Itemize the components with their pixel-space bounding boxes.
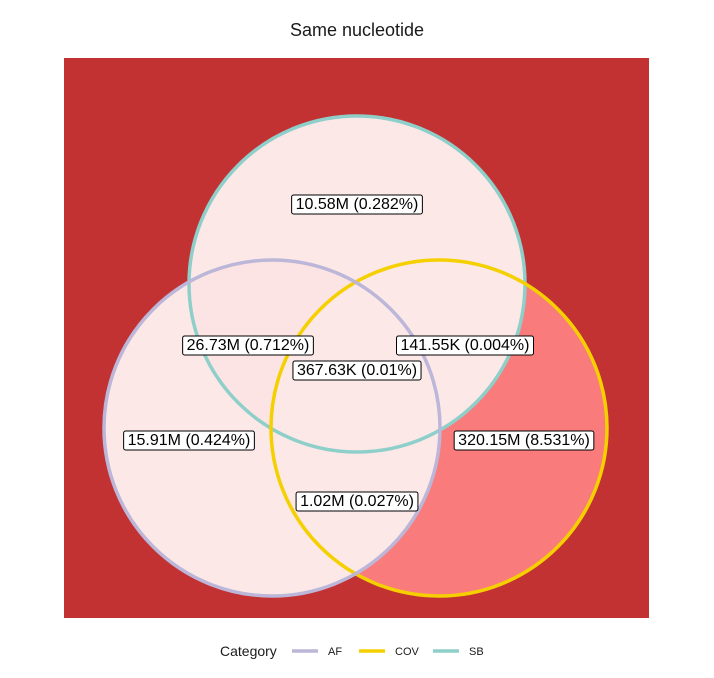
region-label-sb: 10.58M (0.282%)	[291, 194, 423, 215]
legend-label-sb: SB	[469, 646, 484, 658]
region-value-text: 26.73M (0.712%)	[187, 337, 310, 354]
legend-label-af: AF	[328, 646, 342, 658]
chart-title: Same nucleotide	[290, 20, 424, 40]
legend-label-cov: COV	[395, 646, 420, 658]
region-label-af-cov-sb: 367.63K (0.01%)	[292, 360, 422, 381]
region-label-af-sb: 26.73M (0.712%)	[182, 335, 314, 356]
region-value-text: 1.02M (0.027%)	[300, 493, 414, 510]
region-value-text: 141.55K (0.004%)	[401, 337, 530, 354]
venn-chart: Same nucleotide 10.58M (0.282%) 26.73M (0…	[64, 20, 649, 659]
legend: AF COV SB	[292, 646, 484, 658]
legend-title: Category	[220, 643, 277, 659]
region-value-text: 10.58M (0.282%)	[296, 196, 419, 213]
region-label-cov-sb: 141.55K (0.004%)	[396, 335, 534, 356]
region-label-cov: 320.15M (8.531%)	[453, 430, 595, 451]
region-label-af: 15.91M (0.424%)	[123, 430, 255, 451]
region-value-text: 367.63K (0.01%)	[297, 362, 417, 379]
region-label-af-cov: 1.02M (0.027%)	[295, 491, 419, 512]
region-value-text: 320.15M (8.531%)	[458, 432, 590, 449]
region-value-text: 15.91M (0.424%)	[128, 432, 251, 449]
